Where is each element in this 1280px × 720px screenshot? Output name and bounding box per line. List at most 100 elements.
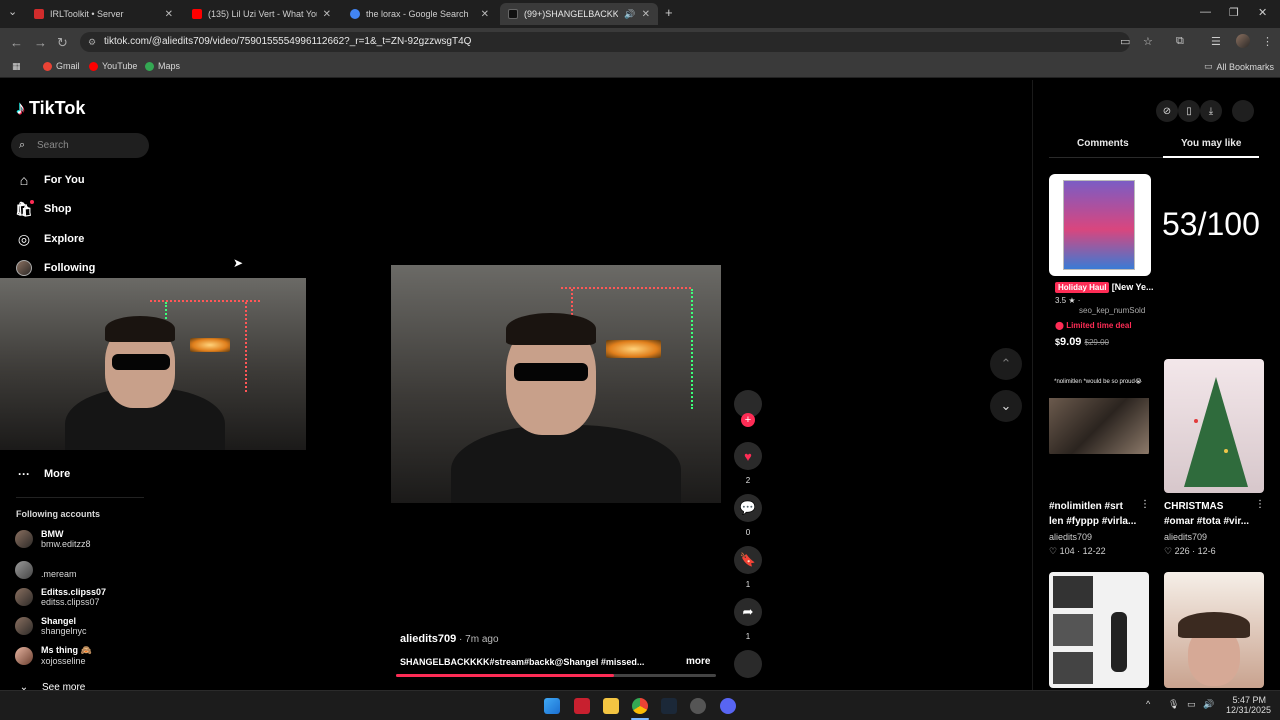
close-tab-icon[interactable]: ✕ [481,9,489,20]
suggested-video-likes: 226 [1174,546,1190,556]
forward-icon[interactable]: → [34,35,47,50]
microphone-icon[interactable]: 🎙 [1168,699,1179,710]
file-explorer-icon[interactable] [603,698,619,714]
video-player[interactable] [391,265,721,503]
previous-video-button[interactable]: ⌃ [990,348,1022,380]
clock[interactable]: 5:47 PM 12/31/2025 [1226,695,1272,715]
browser-tab-1[interactable]: IRLToolkit • Server ✕ [26,3,181,25]
tab-comments[interactable]: Comments [1077,138,1129,149]
nav-shop[interactable]: 🛍 Shop [15,200,72,217]
volume-icon[interactable]: 🔊 [1203,699,1214,710]
minimize-icon[interactable]: — [1200,6,1211,18]
suggested-video-title[interactable]: CHRISTMAS #omar #tota #vir... [1164,499,1254,529]
download-icon[interactable]: ⤓ [1200,100,1222,122]
bookmark-gmail[interactable]: Gmail [43,61,80,71]
caption-more-button[interactable]: more [686,656,710,667]
nav-more[interactable]: ··· More [16,466,70,482]
new-tab-button[interactable]: + [665,5,673,20]
compass-icon: ◎ [17,230,31,247]
nav-following[interactable]: Following [16,260,95,276]
coin-icon[interactable]: ⊘ [1156,100,1178,122]
bookmark-star-icon[interactable]: ☆ [1143,35,1153,48]
clock-date: 12/31/2025 [1226,705,1272,715]
bookmark-youtube[interactable]: YouTube [89,61,137,71]
chrome-icon[interactable] [632,698,648,714]
suggested-video-thumbnail[interactable] [1164,572,1264,688]
comment-button[interactable]: 💬 0 [734,494,762,537]
thumbnail-overlay-text: *nolimitlen *would be so proud😭 [1054,379,1142,385]
mobile-app-icon[interactable]: ▯ [1178,100,1200,122]
restore-icon[interactable]: ❐ [1229,6,1239,19]
following-account-item[interactable]: Editss.clipss07 editss.clipss07 [15,587,106,607]
save-button[interactable]: 🔖 1 [734,546,762,589]
apps-grid-icon[interactable]: ▦ [12,61,21,72]
site-info-icon[interactable]: ⚙ [88,32,96,52]
account-name: Editss.clipss07 [41,587,107,597]
suggested-video-thumbnail[interactable]: *nolimitlen *would be so proud😭 [1049,372,1149,456]
comment-icon: 💬 [734,494,762,522]
share-button[interactable]: ➦ 1 [734,598,762,641]
maps-icon [145,61,154,71]
like-button[interactable]: ♥ 2 [734,442,762,485]
following-account-item[interactable]: Ms thing 🙈 xojosseline [15,645,92,666]
suggested-video-title[interactable]: #nolimitlen #srt len #fyppp #virla... [1049,499,1139,529]
all-bookmarks[interactable]: ▭ All Bookmarks [1204,61,1274,72]
following-account-item[interactable]: Shangel shangelnyc [15,616,87,636]
follow-plus-icon[interactable]: + [741,413,755,427]
tab-you-may-like[interactable]: You may like [1181,138,1241,149]
tiktok-logo[interactable]: ♪ TikTok [16,98,85,119]
holiday-haul-badge: Holiday Haul [1055,282,1110,293]
youtube-favicon-icon [192,9,202,19]
browser-menu-icon[interactable]: ⋮ [1262,35,1273,48]
suggested-video-author[interactable]: aliedits709 [1164,532,1207,542]
reload-icon[interactable]: ↻ [57,35,68,51]
network-icon[interactable]: ▭ [1187,699,1196,710]
video-progress-track[interactable] [396,674,716,677]
product-title-line[interactable]: Holiday Haul [New Ye... [1055,282,1154,293]
tab-search-icon[interactable]: ⌄ [8,5,17,18]
close-window-icon[interactable]: ✕ [1258,6,1267,19]
close-tab-icon[interactable]: ✕ [642,9,650,20]
suggested-video-date: 12-22 [1082,546,1106,556]
nav-explore[interactable]: ◎ Explore [16,231,84,247]
profile-avatar[interactable] [1236,34,1250,48]
creator-avatar-button[interactable]: + [734,390,762,427]
bookmark-icon: 🔖 [734,546,762,574]
browser-tab-4-active[interactable]: (99+)SHANGELBACKKKK#st 🔊 ✕ [500,3,658,25]
install-app-icon[interactable]: ▭ [1120,35,1130,48]
url-input[interactable]: ⚙ tiktok.com/@aliedits709/video/75901555… [80,32,1130,52]
close-tab-icon[interactable]: ✕ [323,9,331,20]
more-options-icon[interactable]: ⋮ [1140,499,1150,510]
browser-tab-3[interactable]: the lorax - Google Search ✕ [342,3,497,25]
following-account-item[interactable]: .meream [15,561,77,579]
nav-more-label: More [44,468,71,480]
tray-chevron-up-icon[interactable]: ^ [1146,699,1150,709]
back-icon[interactable]: ← [10,35,23,50]
following-account-item[interactable]: BMW bmw.editzz8 [15,529,91,549]
obs-icon[interactable] [690,698,706,714]
next-video-button[interactable]: ⌄ [990,390,1022,422]
search-input[interactable]: ⌕ Search [11,133,149,158]
browser-tab-1-title: IRLToolkit • Server [50,9,124,19]
suggested-video-thumbnail[interactable] [1049,572,1149,688]
nav-for-you[interactable]: ⌂ For You [16,172,85,188]
user-profile-avatar[interactable] [1232,100,1254,122]
bookmark-maps[interactable]: Maps [145,61,180,71]
video-author-line[interactable]: aliedits709 · 7m ago [400,633,499,645]
close-tab-icon[interactable]: ✕ [165,9,173,20]
video-author[interactable]: aliedits709 [400,633,456,645]
windows-start-icon[interactable] [544,698,560,714]
media-controls-icon[interactable]: ☰ [1211,35,1221,48]
sound-disc-button[interactable] [734,650,762,678]
extensions-icon[interactable]: ⧉ [1176,35,1184,48]
discord-icon[interactable] [720,698,736,714]
steam-icon[interactable] [661,698,677,714]
folder-icon: ▭ [1204,61,1213,71]
speaker-icon[interactable]: 🔊 [624,9,635,20]
suggested-video-author[interactable]: aliedits709 [1049,532,1092,542]
browser-tab-2[interactable]: (135) Lil Uzi Vert - What You Sa ✕ [184,3,339,25]
more-options-icon[interactable]: ⋮ [1255,499,1265,510]
suggested-video-thumbnail[interactable] [1164,359,1264,493]
app-icon[interactable] [574,698,590,714]
product-image[interactable] [1049,174,1151,276]
